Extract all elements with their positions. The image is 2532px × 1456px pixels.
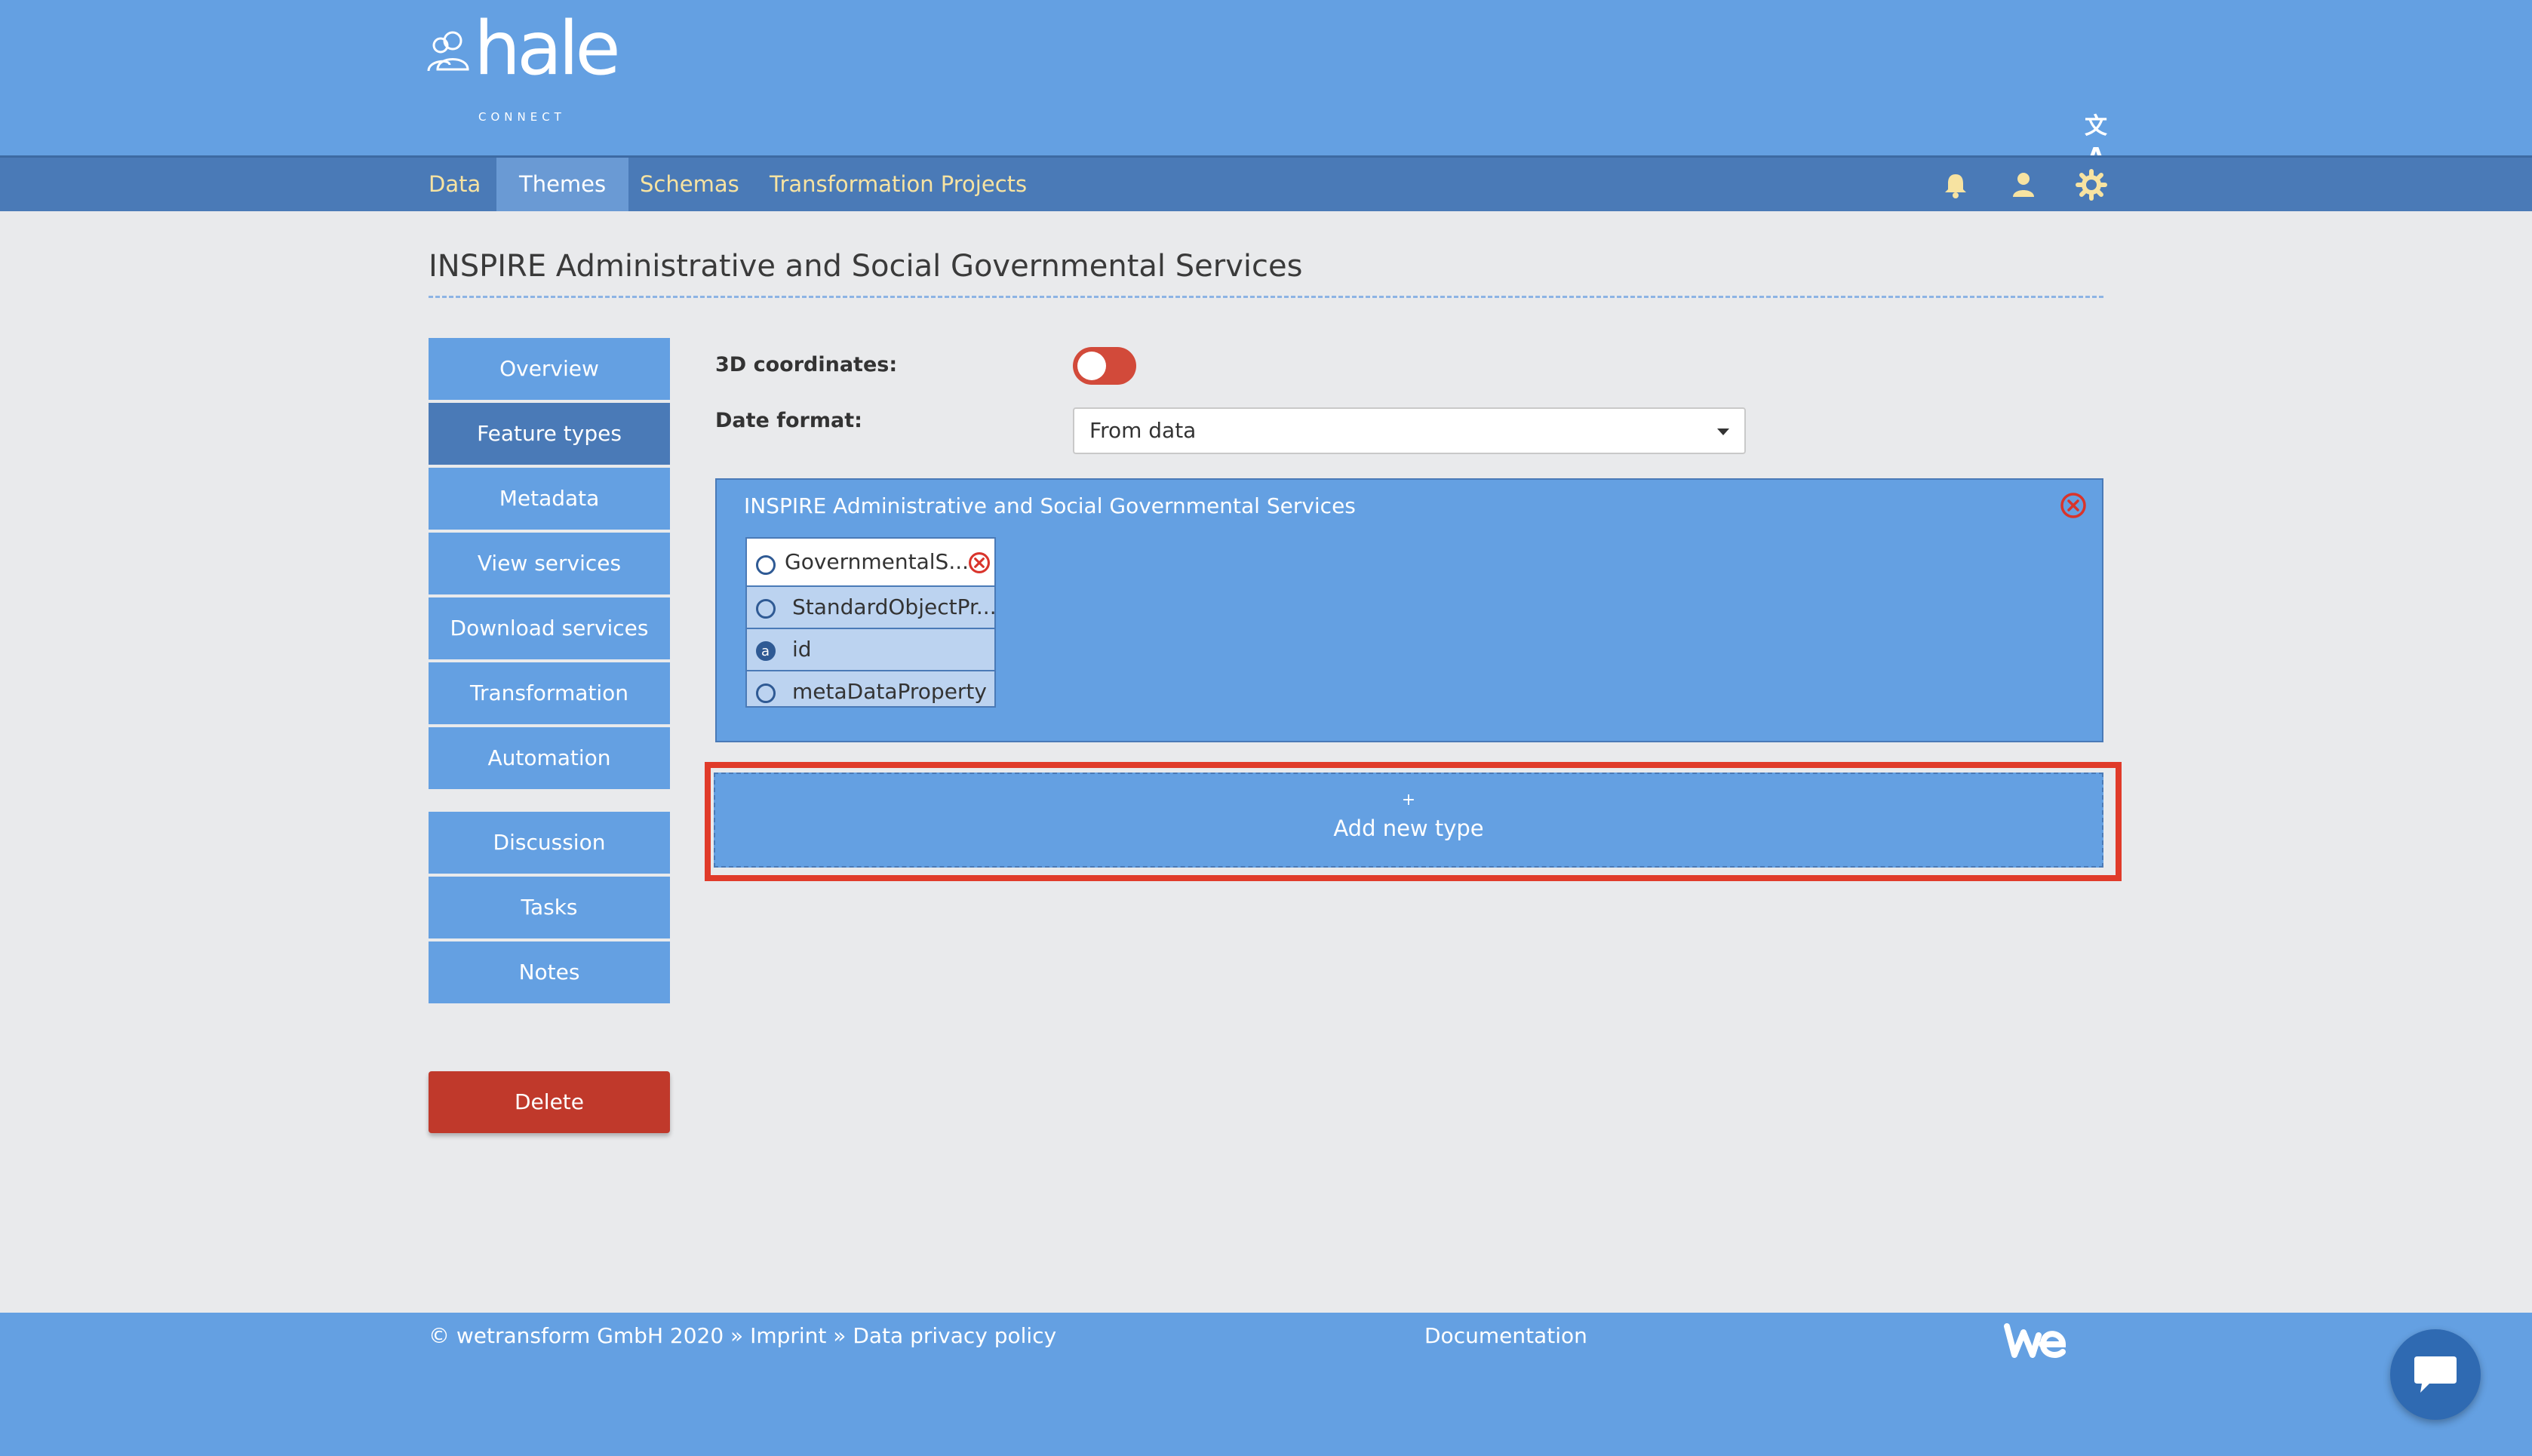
title-divider <box>429 296 2103 298</box>
tree-item-label: StandardObjectPr... <box>792 594 996 619</box>
chat-bubble-icon <box>2414 1356 2457 1393</box>
main-navbar: Data Themes Schemas Transformation Proje… <box>0 155 2532 211</box>
date-format-value: From data <box>1089 418 1197 443</box>
sidebar-item-notes[interactable]: Notes <box>429 941 670 1003</box>
page-title: INSPIRE Administrative and Social Govern… <box>429 249 1303 284</box>
sidebar-item-discussion[interactable]: Discussion <box>429 812 670 874</box>
panel-title: INSPIRE Administrative and Social Govern… <box>744 493 1356 518</box>
coords-label: 3D coordinates: <box>715 353 898 376</box>
gear-icon[interactable] <box>2073 167 2109 203</box>
date-format-select[interactable]: From data <box>1073 407 1746 454</box>
sidebar-item-overview[interactable]: Overview <box>429 338 670 400</box>
tree-item-label: metaDataProperty <box>792 679 987 704</box>
sidebar-item-automation[interactable]: Automation <box>429 727 670 789</box>
toggle-knob <box>1077 352 1106 380</box>
radio-icon[interactable] <box>756 555 776 575</box>
add-new-type-button[interactable]: + Add new type <box>714 773 2103 868</box>
radio-icon[interactable] <box>756 599 776 619</box>
nav-item-transformation-projects[interactable]: Transformation Projects <box>747 158 1049 211</box>
add-new-type-label: Add new type <box>1333 816 1484 841</box>
nav-item-themes[interactable]: Themes <box>496 158 629 211</box>
remove-panel-icon[interactable] <box>2060 492 2087 519</box>
remove-type-icon[interactable] <box>967 551 991 575</box>
sidebar-item-tasks[interactable]: Tasks <box>429 877 670 938</box>
chevron-down-icon <box>1717 429 1729 435</box>
wetransform-logo-icon[interactable] <box>2002 1316 2066 1364</box>
logo-wordmark: hale <box>474 6 621 92</box>
tree-item[interactable]: metaDataProperty <box>745 670 996 708</box>
sidebar-item-download-services[interactable]: Download services <box>429 597 670 659</box>
attribute-icon[interactable] <box>756 631 776 670</box>
tree-item[interactable]: StandardObjectPr... <box>745 585 996 629</box>
tree-item-label: GovernmentalS... <box>785 549 969 574</box>
tree-item[interactable]: id <box>745 628 996 671</box>
documentation-link[interactable]: Documentation <box>1424 1323 1587 1348</box>
people-icon <box>427 31 469 72</box>
feature-type-tree: GovernmentalS... StandardObjectPr... id … <box>745 537 996 712</box>
sidebar-item-feature-types[interactable]: Feature types <box>429 403 670 465</box>
tree-root-item[interactable]: GovernmentalS... <box>745 537 996 587</box>
sidebar-item-view-services[interactable]: View services <box>429 533 670 594</box>
sidebar-item-transformation[interactable]: Transformation <box>429 662 670 724</box>
footer-links[interactable]: © wetransform GmbH 2020 » Imprint » Data… <box>429 1323 1056 1348</box>
chat-button[interactable] <box>2390 1329 2481 1420</box>
translate-icon[interactable]: 文A <box>2079 112 2113 170</box>
page-footer: © wetransform GmbH 2020 » Imprint » Data… <box>0 1313 2532 1456</box>
plus-icon: + <box>1401 791 1416 809</box>
feature-type-panel: INSPIRE Administrative and Social Govern… <box>715 478 2103 742</box>
nav-item-schemas[interactable]: Schemas <box>617 158 762 211</box>
tree-item-label: id <box>792 637 812 662</box>
app-header: hale CONNECT 文A <box>0 0 2532 170</box>
radio-icon[interactable] <box>756 683 776 703</box>
sidebar-item-metadata[interactable]: Metadata <box>429 468 670 530</box>
nav-item-data[interactable]: Data <box>406 158 503 211</box>
user-icon[interactable] <box>2005 167 2042 203</box>
coords-toggle[interactable] <box>1073 347 1136 385</box>
logo-subtitle: CONNECT <box>478 110 566 124</box>
bell-icon[interactable] <box>1937 167 1974 203</box>
hale-connect-logo[interactable]: hale CONNECT <box>427 12 631 124</box>
delete-button[interactable]: Delete <box>429 1071 670 1133</box>
date-format-label: Date format: <box>715 409 862 432</box>
